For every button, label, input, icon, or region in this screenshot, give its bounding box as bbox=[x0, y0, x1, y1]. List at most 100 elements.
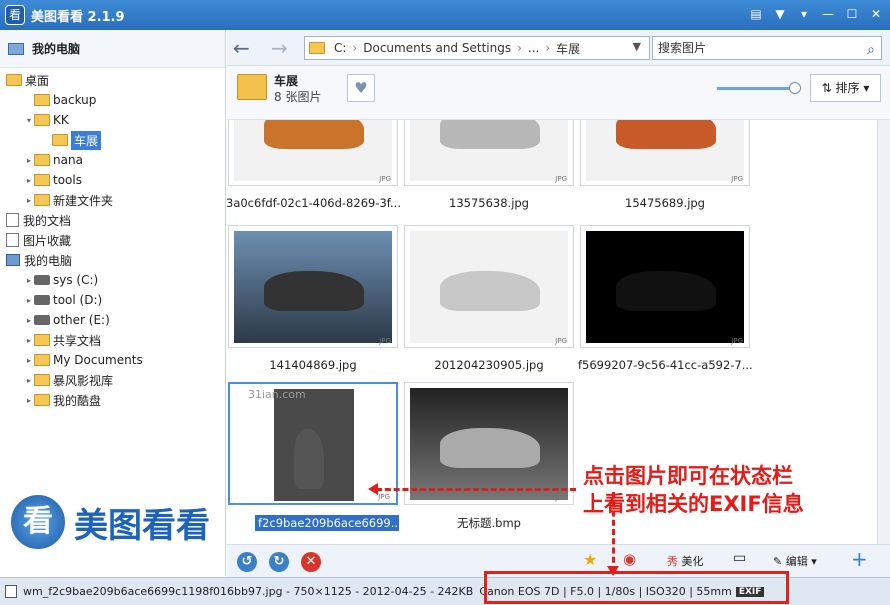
sidebar-header[interactable]: 我的电脑 bbox=[0, 30, 225, 68]
tree-item[interactable]: ▸ other (E:) bbox=[24, 310, 110, 330]
search-icon[interactable]: ⌕ bbox=[867, 39, 875, 61]
delete-icon[interactable]: ✕ bbox=[301, 552, 321, 572]
tree-item[interactable]: ▸ My Documents bbox=[24, 350, 143, 370]
tree-item[interactable]: ▾ KK bbox=[24, 110, 69, 130]
folder-name: 车展 bbox=[274, 74, 299, 88]
thumbnail[interactable]: JPG bbox=[580, 225, 750, 348]
tree-item[interactable]: 我的文档 bbox=[6, 210, 71, 230]
expand-arrow-icon[interactable]: ▸ bbox=[24, 196, 34, 205]
expand-arrow-icon[interactable]: ▸ bbox=[24, 296, 34, 305]
tree-item[interactable]: 图片收藏 bbox=[6, 230, 71, 250]
scrollbar[interactable] bbox=[877, 120, 890, 544]
format-label: JPG bbox=[379, 337, 391, 345]
tree-item[interactable]: 车展 bbox=[42, 130, 102, 150]
sort-button[interactable]: ⇅ 排序 ▾ bbox=[810, 74, 881, 102]
car-image bbox=[440, 271, 540, 311]
thumbnail-caption[interactable]: f5699207-9c56-41cc-a592-7... bbox=[578, 358, 752, 372]
tree-item[interactable]: ▸ 暴风影视库 bbox=[24, 370, 113, 390]
image-count: 8 张图片 bbox=[274, 90, 322, 104]
computer-icon bbox=[8, 42, 24, 55]
thumbnail[interactable]: JPG bbox=[404, 120, 574, 186]
add-icon[interactable]: + bbox=[851, 547, 868, 571]
thumbnail-caption[interactable]: 15475689.jpg bbox=[578, 196, 752, 210]
tree-item[interactable]: 我的电脑 bbox=[6, 250, 72, 270]
thumbnail-image[interactable] bbox=[586, 120, 744, 181]
folder-icon bbox=[34, 154, 50, 166]
tree-item[interactable]: ▸ tools bbox=[24, 170, 82, 190]
expand-arrow-icon[interactable]: ▸ bbox=[24, 396, 34, 405]
slideshow-icon[interactable]: ▭ bbox=[733, 550, 746, 566]
thumbnail-image[interactable] bbox=[410, 120, 568, 181]
rotate-left-icon[interactable]: ↺ bbox=[237, 552, 257, 572]
folder-icon bbox=[34, 334, 50, 346]
shirt-icon[interactable]: ▼ bbox=[770, 5, 790, 23]
expand-arrow-icon[interactable]: ▸ bbox=[24, 376, 34, 385]
navigation-bar: ← → C: › Documents and Settings › ... › 车展 … bbox=[227, 30, 890, 66]
thumbnail[interactable]: JPG bbox=[404, 225, 574, 348]
thumbnail[interactable]: JPG bbox=[580, 120, 750, 186]
beautify-button[interactable]: 秀 美化 bbox=[667, 553, 704, 569]
tree-item-label: 共享文档 bbox=[53, 333, 102, 348]
thumbnail-image[interactable] bbox=[274, 389, 354, 501]
tree-item-label: 车展 bbox=[71, 130, 102, 150]
tree-item[interactable]: backup bbox=[24, 90, 96, 110]
forward-arrow-icon[interactable]: → bbox=[271, 36, 288, 60]
rotate-right-icon[interactable]: ↻ bbox=[269, 552, 289, 572]
format-label: JPG bbox=[731, 175, 743, 183]
tree-item-label: KK bbox=[53, 113, 69, 127]
pc-icon bbox=[6, 254, 20, 266]
thumbnail-caption[interactable]: f2c9bae209b6ace6699... bbox=[255, 515, 399, 531]
search-input[interactable]: 搜索图片 ⌕ bbox=[652, 36, 882, 60]
thumbnail-caption[interactable]: 13575638.jpg bbox=[402, 196, 576, 210]
folder-icon bbox=[34, 174, 50, 186]
expand-arrow-icon[interactable]: ▸ bbox=[24, 156, 34, 165]
format-label: JPG bbox=[555, 337, 567, 345]
chevron-down-icon[interactable]: ▼ bbox=[633, 40, 641, 53]
maximize-icon[interactable]: ☐ bbox=[842, 5, 862, 23]
thumbnail[interactable]: JPG bbox=[228, 225, 398, 348]
expand-arrow-icon[interactable]: ▾ bbox=[24, 116, 34, 125]
tree-item[interactable]: ▸ nana bbox=[24, 150, 83, 170]
tree-item[interactable]: ▸ sys (C:) bbox=[24, 270, 98, 290]
tree-item-label: tools bbox=[53, 173, 82, 187]
thumbnail-image[interactable] bbox=[586, 231, 744, 343]
tree-item[interactable]: ▸ 我的酷盘 bbox=[24, 390, 101, 410]
message-icon[interactable]: ▤ bbox=[746, 5, 766, 23]
tree-item[interactable]: ▸ 新建文件夹 bbox=[24, 190, 113, 210]
tree-item-label: 我的酷盘 bbox=[53, 393, 102, 408]
expand-arrow-icon[interactable]: ▸ bbox=[24, 316, 34, 325]
thumbnail[interactable]: JPG bbox=[404, 382, 574, 505]
thumbnail-image[interactable] bbox=[234, 120, 392, 181]
thumbnail-caption[interactable]: 201204230905.jpg bbox=[402, 358, 576, 372]
slider-knob[interactable] bbox=[789, 82, 801, 94]
menu-icon[interactable]: ▾ bbox=[794, 5, 814, 23]
minimize-icon[interactable]: — bbox=[818, 5, 838, 23]
expand-arrow-icon[interactable]: ▸ bbox=[24, 336, 34, 345]
folder-icon bbox=[34, 114, 50, 126]
thumbnail-image[interactable] bbox=[410, 231, 568, 343]
thumbnail-caption[interactable]: 3a0c6fdf-02c1-406d-8269-3f... bbox=[227, 196, 400, 210]
favorite-heart-icon[interactable]: ♥ bbox=[347, 74, 375, 102]
edit-button[interactable]: ✎ 编辑 ▾ bbox=[773, 553, 817, 569]
star-icon[interactable]: ★ bbox=[583, 550, 597, 569]
tree-item[interactable]: ▸ 共享文档 bbox=[24, 330, 101, 350]
thumbnail-image[interactable] bbox=[234, 231, 392, 343]
address-bar[interactable]: C: › Documents and Settings › ... › 车展 ▼ bbox=[304, 36, 650, 60]
logo-icon: 看 bbox=[8, 492, 68, 552]
expand-arrow-icon[interactable]: ▸ bbox=[24, 176, 34, 185]
doc-icon bbox=[6, 213, 19, 227]
zoom-slider[interactable] bbox=[717, 82, 801, 94]
expand-arrow-icon[interactable]: ▸ bbox=[24, 356, 34, 365]
highlight-box bbox=[484, 571, 789, 604]
folder-icon bbox=[237, 74, 267, 100]
tree-item[interactable]: 桌面 bbox=[6, 70, 49, 90]
thumbnail-caption[interactable]: 无标题.bmp bbox=[402, 515, 576, 531]
thumbnail-image[interactable] bbox=[410, 388, 568, 500]
thumbnail-caption[interactable]: 141404869.jpg bbox=[227, 358, 400, 372]
close-icon[interactable]: ✕ bbox=[866, 5, 886, 23]
back-arrow-icon[interactable]: ← bbox=[233, 36, 250, 60]
thumbnail[interactable]: JPG bbox=[228, 120, 398, 186]
tree-item[interactable]: ▸ tool (D:) bbox=[24, 290, 102, 310]
expand-arrow-icon[interactable]: ▸ bbox=[24, 276, 34, 285]
weibo-icon[interactable]: ◉ bbox=[623, 550, 636, 568]
